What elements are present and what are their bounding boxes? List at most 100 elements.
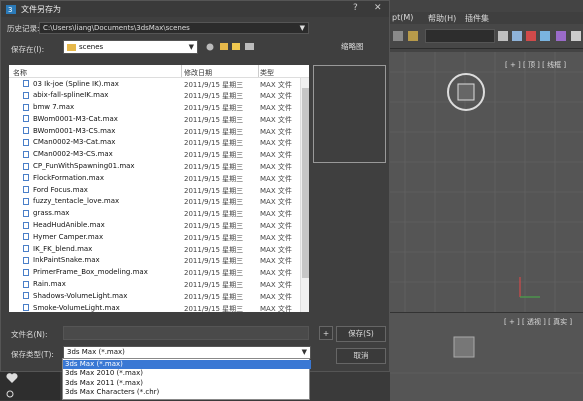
file-row[interactable]: Ford Focus.max 2011/9/15 星期三 MAX 文件 [9, 184, 300, 196]
scrollbar-thumb[interactable] [302, 88, 309, 278]
graph-editor-icon[interactable] [540, 31, 550, 41]
file-row[interactable]: fuzzy_tentacle_love.max 2011/9/15 星期三 MAX … [9, 196, 300, 208]
filetype-option[interactable]: 3ds Max 2010 (*.max) [63, 369, 311, 378]
file-row[interactable]: Hymer Camper.max 2011/9/15 星期三 MAX 文件 [9, 231, 300, 243]
close-icon[interactable]: ✕ [374, 3, 382, 13]
mirror-icon[interactable] [498, 31, 508, 41]
column-name[interactable]: 名称 [13, 68, 27, 78]
file-row[interactable]: BWom0001-M3-CS.max 2011/9/15 星期三 MAX 文件 [9, 125, 300, 137]
file-row[interactable]: BWom0001-M3-Cat.max 2011/9/15 星期三 MAX 文件 [9, 113, 300, 125]
file-row[interactable]: CMan0002-M3-CS.max 2011/9/15 星期三 MAX 文件 [9, 149, 300, 161]
filetype-option[interactable]: 3ds Max 2011 (*.max) [63, 379, 311, 388]
file-row[interactable]: CMan0002-M3-Cat.max 2011/9/15 星期三 MAX 文件 [9, 137, 300, 149]
file-name: 03 Ik-joe (Spline IK).max [33, 79, 119, 88]
render-setup-icon[interactable] [556, 31, 566, 41]
file-type: MAX 文件 [260, 139, 292, 148]
max-file-icon [23, 115, 29, 123]
file-row[interactable]: Rain.max 2011/9/15 星期三 MAX 文件 [9, 279, 300, 291]
chevron-down-icon[interactable]: ▼ [302, 347, 307, 358]
file-date: 2011/9/15 星期三 [184, 92, 244, 101]
history-dropdown[interactable]: C:\Users\liang\Documents\3dsMax\scenes ▼ [39, 22, 309, 34]
max-file-icon [23, 150, 29, 158]
file-row[interactable]: CP_FunWithSpawning01.max 2011/9/15 星期三 MAX… [9, 161, 300, 173]
max-file-icon [23, 91, 29, 99]
filename-input[interactable] [63, 326, 309, 340]
chevron-down-icon[interactable]: ▼ [300, 23, 305, 34]
file-type: MAX 文件 [260, 222, 292, 231]
file-name: Smoke-VolumeLight.max [33, 303, 120, 312]
viewport-top-label[interactable]: [ + ] [ 顶 ] [ 线框 ] [505, 60, 566, 70]
viewport-bottom-label[interactable]: [ + ] [ 透视 ] [ 真实 ] [504, 317, 572, 327]
file-row[interactable]: Shadows-VolumeLight.max 2011/9/15 星期三 MAX … [9, 290, 300, 302]
viewport-grid [390, 52, 583, 312]
chevron-down-icon[interactable]: ▼ [189, 41, 194, 54]
file-name: HeadHudAnible.max [33, 221, 105, 230]
back-icon [206, 43, 214, 51]
file-row[interactable]: bmw 7.max 2011/9/15 星期三 MAX 文件 [9, 102, 300, 114]
menu-item-plugins[interactable]: 插件集 [465, 13, 489, 24]
history-path: C:\Users\liang\Documents\3dsMax\scenes [43, 24, 190, 32]
file-name: fuzzy_tentacle_love.max [33, 197, 120, 206]
file-name: Rain.max [33, 280, 66, 289]
render-icon[interactable] [571, 31, 581, 41]
file-row[interactable]: abix-fall-splineIK.max 2011/9/15 星期三 MAX 文… [9, 90, 300, 102]
max-file-icon [23, 292, 29, 300]
save-button[interactable]: 保存(S) [336, 326, 386, 342]
heart-icon[interactable] [6, 372, 18, 384]
viewport-perspective[interactable]: [ + ] [ 透视 ] [ 真实 ] [390, 312, 583, 401]
file-row[interactable]: Smoke-VolumeLight.max 2011/9/15 星期三 MAX 文件 [9, 302, 300, 312]
align-icon[interactable] [512, 31, 522, 41]
menu-item[interactable]: pt(M) [392, 13, 413, 22]
file-name: BWom0001-M3-CS.max [33, 126, 116, 135]
menu-item-help[interactable]: 帮助(H) [428, 13, 456, 24]
file-name: Ford Focus.max [33, 185, 88, 194]
key-icon[interactable] [6, 390, 18, 400]
increment-button[interactable]: + [319, 326, 333, 340]
max-file-icon [23, 233, 29, 241]
file-date: 2011/9/15 星期三 [184, 174, 244, 183]
selection-set-dropdown[interactable] [425, 29, 495, 43]
svg-text:3: 3 [8, 6, 12, 14]
file-type: MAX 文件 [260, 174, 292, 183]
file-row[interactable]: IK_FK_blend.max 2011/9/15 星期三 MAX 文件 [9, 243, 300, 255]
file-row[interactable]: InkPaintSnake.max 2011/9/15 星期三 MAX 文件 [9, 255, 300, 267]
file-row[interactable]: PrimerFrame_Box_modeling.max 2011/9/15 星期… [9, 267, 300, 279]
snap-toggle-icon[interactable] [393, 31, 403, 41]
file-list-scrollbar[interactable] [300, 78, 309, 312]
file-row[interactable]: grass.max 2011/9/15 星期三 MAX 文件 [9, 208, 300, 220]
file-row[interactable]: FlockFormation.max 2011/9/15 星期三 MAX 文件 [9, 172, 300, 184]
file-date: 2011/9/15 星期三 [184, 281, 244, 290]
filetype-option[interactable]: 3ds Max Characters (*.chr) [63, 388, 311, 397]
file-type: MAX 文件 [260, 80, 292, 89]
up-folder-icon [220, 43, 228, 50]
file-date: 2011/9/15 星期三 [184, 210, 244, 219]
file-date: 2011/9/15 星期三 [184, 257, 244, 266]
angle-snap-icon[interactable] [408, 31, 418, 41]
filetype-option[interactable]: 3ds Max (*.max) [63, 359, 311, 369]
file-name: Hymer Camper.max [33, 232, 104, 241]
file-name: CMan0002-M3-Cat.max [33, 138, 116, 147]
file-row[interactable]: HeadHudAnible.max 2011/9/15 星期三 MAX 文件 [9, 220, 300, 232]
filetype-options-list: 3ds Max (*.max) 3ds Max 2010 (*.max) 3ds M… [62, 358, 311, 400]
dialog-title: 文件另存为 [21, 5, 61, 14]
filetype-value: 3ds Max (*.max) [67, 348, 125, 356]
file-name: abix-fall-splineIK.max [33, 91, 109, 100]
max-file-icon [23, 304, 29, 312]
file-name: CMan0002-M3-CS.max [33, 150, 113, 159]
layer-icon[interactable] [526, 31, 536, 41]
file-row[interactable]: 03 Ik-joe (Spline IK).max 2011/9/15 星期三 MA… [9, 78, 300, 90]
viewport-top[interactable]: [ + ] [ 顶 ] [ 线框 ] [390, 52, 583, 312]
file-type: MAX 文件 [260, 186, 292, 195]
help-icon[interactable]: ? [353, 3, 358, 13]
file-list-header: 名称 修改日期 类型 [9, 65, 309, 78]
file-date: 2011/9/15 星期三 [184, 80, 244, 89]
column-type[interactable]: 类型 [260, 68, 274, 78]
file-list[interactable]: 名称 修改日期 类型 03 Ik-joe (Spline IK).max 2011… [9, 65, 309, 312]
save-in-dropdown[interactable]: scenes ▼ [63, 40, 198, 54]
file-date: 2011/9/15 星期三 [184, 186, 244, 195]
dialog-titlebar[interactable]: 3 文件另存为 ? ✕ [1, 1, 389, 17]
column-date[interactable]: 修改日期 [184, 68, 212, 78]
filetype-label: 保存类型(T): [11, 350, 54, 359]
cancel-button[interactable]: 取消 [336, 348, 386, 364]
file-name: BWom0001-M3-Cat.max [33, 114, 118, 123]
